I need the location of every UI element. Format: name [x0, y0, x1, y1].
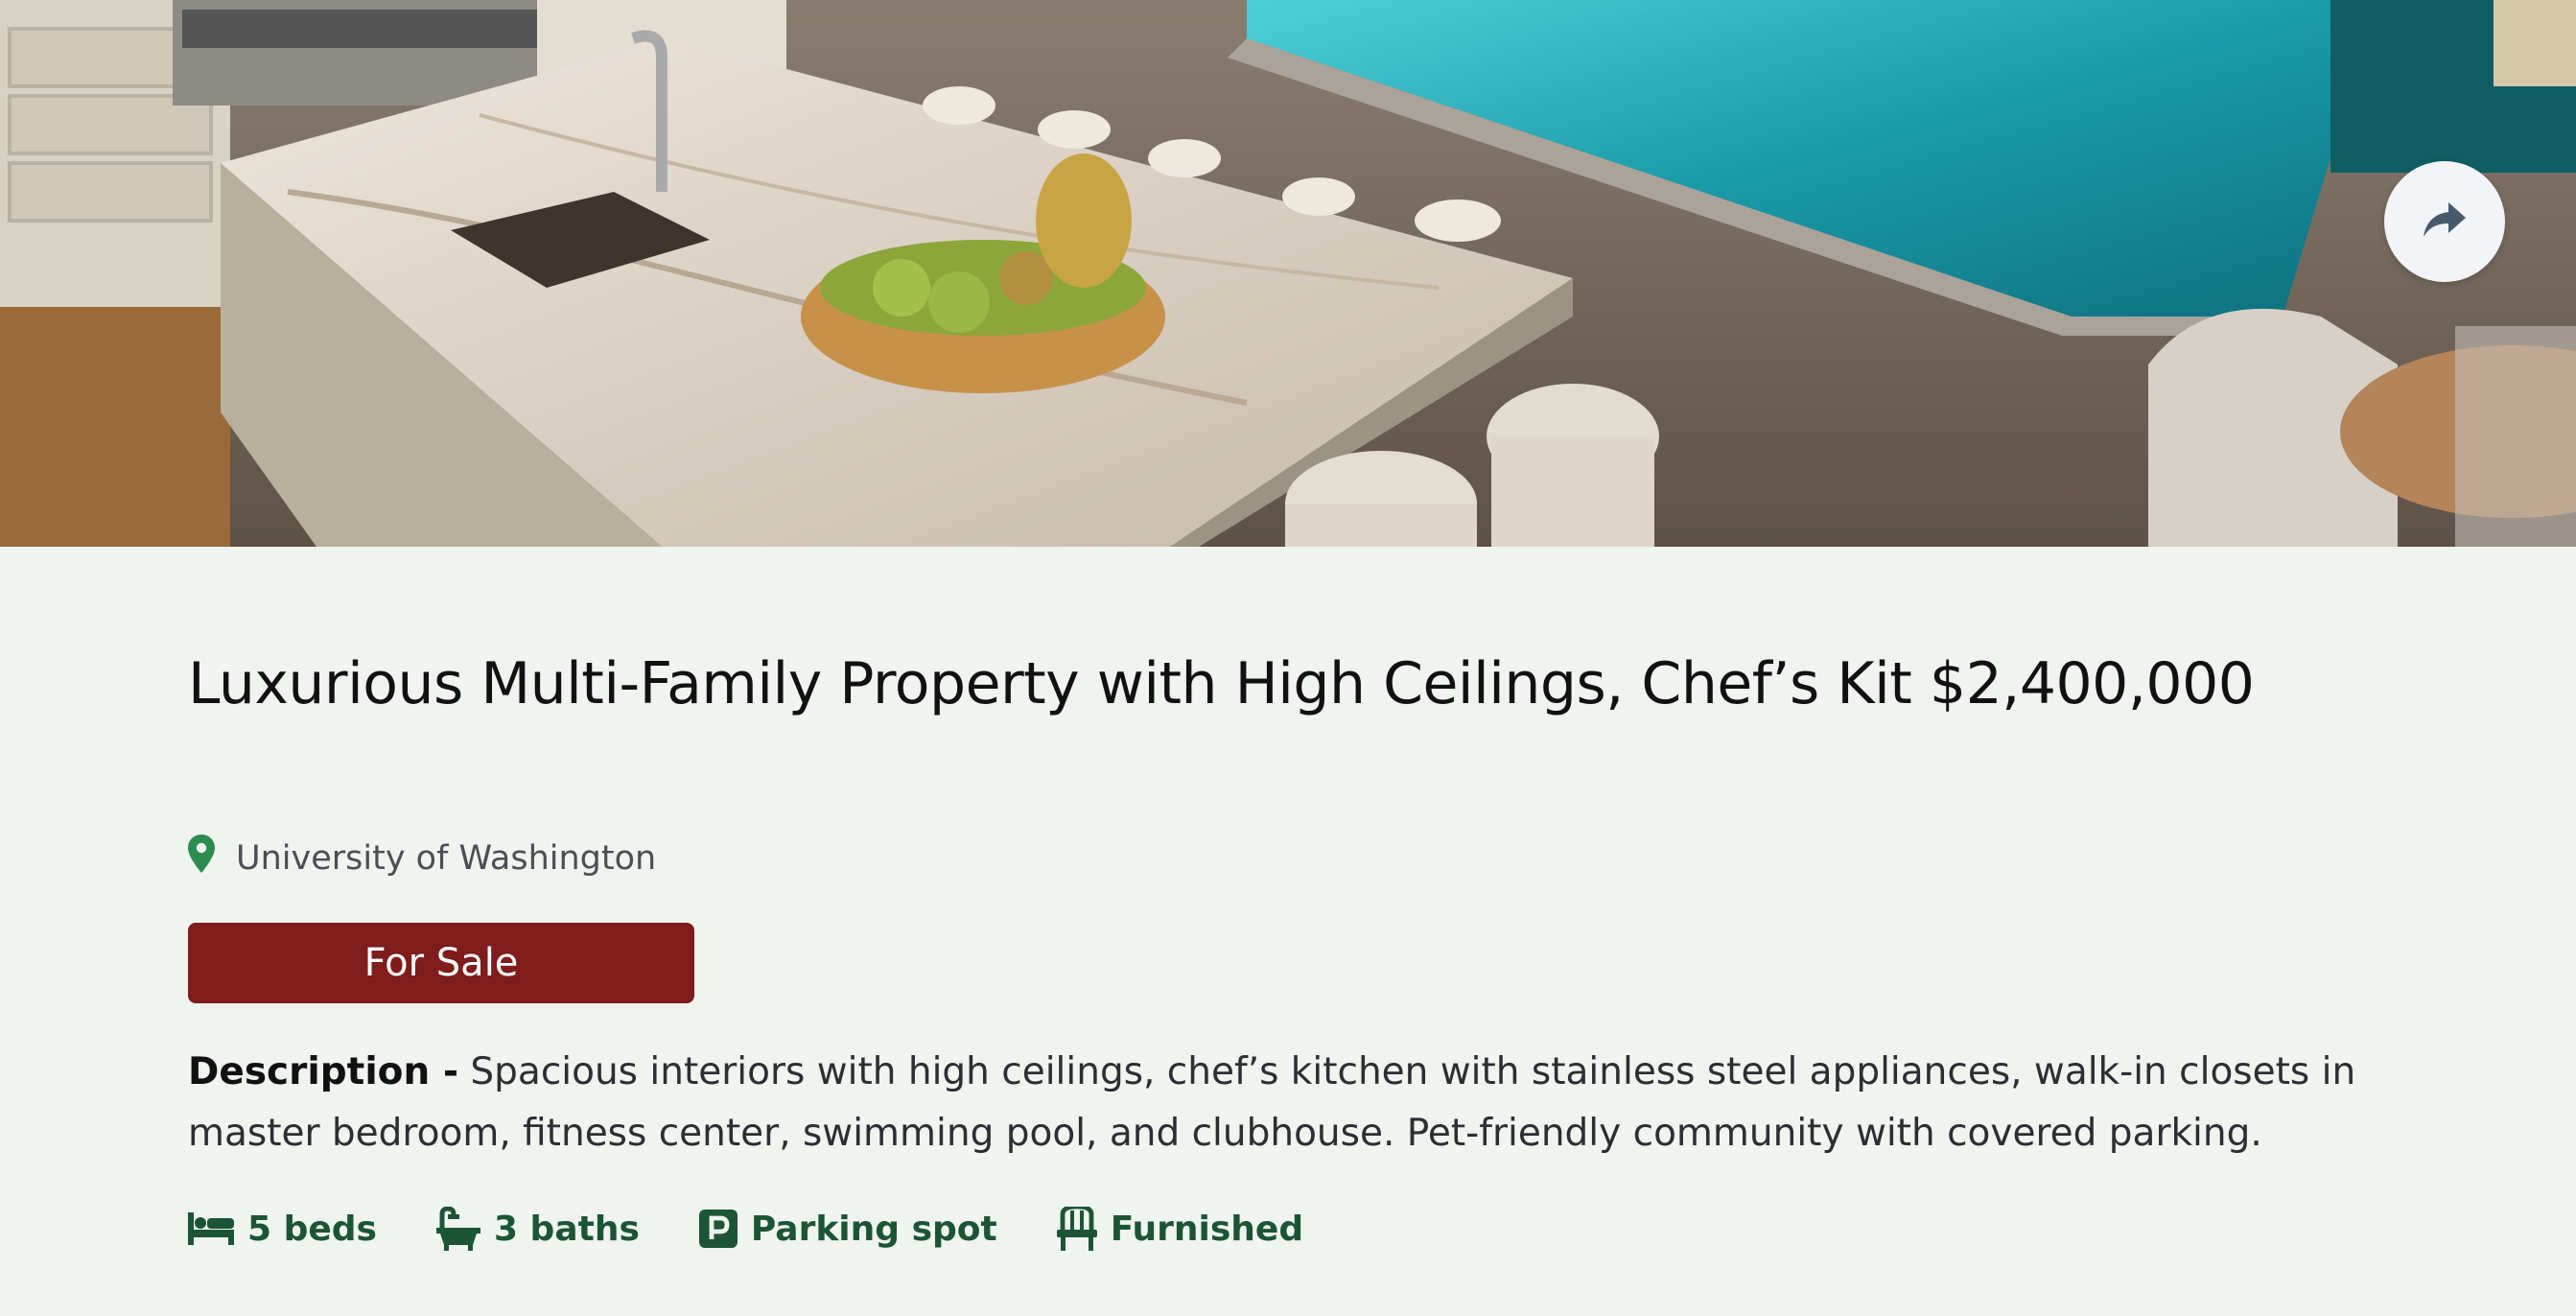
feature-parking: Parking spot [698, 1207, 997, 1251]
location-pin-icon [188, 834, 215, 881]
hero-photo [0, 0, 2576, 547]
description-text: Spacious interiors with high ceilings, c… [188, 1050, 2356, 1155]
feature-furnished: Furnished [1056, 1207, 1304, 1251]
parking-icon [698, 1210, 738, 1248]
status-badge[interactable]: For Sale [188, 923, 694, 1003]
bed-icon [188, 1212, 234, 1245]
feature-beds: 5 beds [188, 1207, 377, 1251]
feature-label: Furnished [1110, 1209, 1304, 1249]
share-button[interactable] [2384, 161, 2505, 282]
description: Description - Spacious interiors with hi… [188, 1042, 2394, 1164]
chair-icon [1056, 1207, 1097, 1251]
hero-image [0, 0, 2576, 547]
description-label: Description - [188, 1050, 459, 1093]
share-icon [2422, 200, 2468, 243]
listing-title: Luxurious Multi-Family Property with Hig… [188, 650, 2255, 717]
feature-baths: 3 baths [435, 1207, 640, 1251]
feature-label: Parking spot [750, 1209, 997, 1249]
location: University of Washington [188, 834, 656, 881]
feature-label: 3 baths [493, 1209, 640, 1249]
bathtub-icon [435, 1207, 480, 1251]
feature-label: 5 beds [247, 1209, 377, 1249]
feature-list: 5 beds 3 baths Parking spot Furnished [188, 1207, 1303, 1251]
location-text: University of Washington [236, 838, 657, 878]
